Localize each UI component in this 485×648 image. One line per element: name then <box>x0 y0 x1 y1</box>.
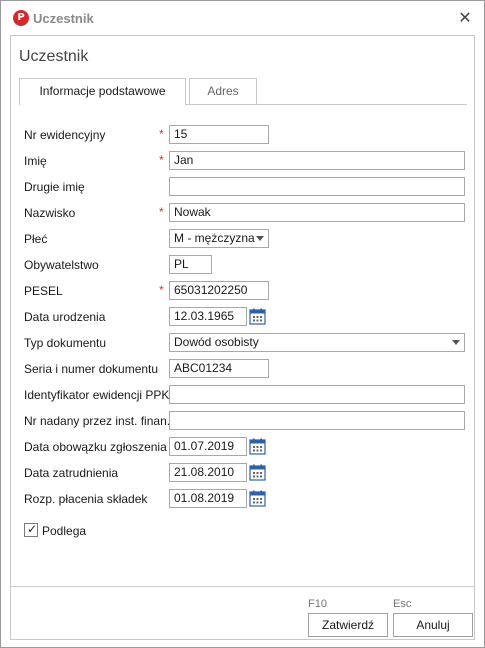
identyfikator-ppk-input[interactable] <box>169 385 465 404</box>
pesel-label: PESEL <box>24 284 63 298</box>
drugie-imie-label: Drugie imię <box>24 180 85 194</box>
obywatelstwo-label: Obywatelstwo <box>24 258 99 272</box>
obywatelstwo-input[interactable]: PL <box>169 255 212 274</box>
page-title: Uczestnik <box>19 48 89 65</box>
nr-nadany-input[interactable] <box>169 411 465 430</box>
data-obowiazku-label: Data obowązku zgłoszenia <box>24 440 167 454</box>
window-title: Uczestnik <box>33 11 94 26</box>
drugie-imie-input[interactable] <box>169 177 465 196</box>
calendar-icon[interactable] <box>248 307 267 326</box>
chevron-down-icon <box>256 236 264 241</box>
calendar-icon[interactable] <box>248 463 267 482</box>
calendar-icon[interactable] <box>248 437 267 456</box>
plec-select[interactable]: M - mężczyzna <box>169 229 269 248</box>
podlega-label: Podlega <box>42 524 87 538</box>
confirm-shortcut-hint: F10 <box>308 598 327 610</box>
check-icon: ✓ <box>27 522 38 536</box>
seria-numer-input[interactable]: ABC01234 <box>169 359 269 378</box>
typ-dokumentu-label: Typ dokumentu <box>24 336 107 350</box>
chevron-down-icon <box>452 340 460 345</box>
app-logo-icon: P <box>13 10 29 26</box>
dialog-window: P Uczestnik ✕ Uczestnik Informacje podst… <box>0 0 485 648</box>
typ-dokumentu-select[interactable]: Dowód osobisty <box>169 333 465 352</box>
required-marker: * <box>159 153 164 167</box>
data-zatrudnienia-label: Data zatrudnienia <box>24 466 119 480</box>
podlega-checkbox[interactable]: ✓ <box>24 522 38 537</box>
rozp-placenia-input[interactable]: 01.08.2019 <box>169 489 247 508</box>
identyfikator-ppk-label: Identyfikator ewidencji PPK <box>24 388 170 402</box>
cancel-button[interactable]: Anuluj <box>393 613 473 637</box>
nazwisko-input[interactable]: Nowak <box>169 203 465 222</box>
close-icon[interactable]: ✕ <box>457 9 473 27</box>
title-bar: P Uczestnik ✕ <box>1 1 484 35</box>
data-urodzenia-input[interactable]: 12.03.1965 <box>169 307 247 326</box>
data-urodzenia-label: Data urodzenia <box>24 310 106 324</box>
data-zatrudnienia-input[interactable]: 21.08.2010 <box>169 463 247 482</box>
pesel-input[interactable]: 65031202250 <box>169 281 269 300</box>
calendar-icon[interactable] <box>248 489 267 508</box>
seria-numer-label: Seria i numer dokumentu <box>24 362 159 376</box>
imie-input[interactable]: Jan <box>169 151 465 170</box>
cancel-shortcut-hint: Esc <box>393 598 412 610</box>
tab-adres[interactable]: Adres <box>189 78 257 104</box>
imie-label: Imię <box>24 154 47 168</box>
nr-nadany-label: Nr nadany przez inst. finan. <box>24 414 171 428</box>
plec-value: M - mężczyzna <box>174 231 255 245</box>
required-marker: * <box>159 283 164 297</box>
nazwisko-label: Nazwisko <box>24 206 76 220</box>
typ-dokumentu-value: Dowód osobisty <box>174 335 259 349</box>
footer-divider <box>11 586 474 587</box>
confirm-button[interactable]: Zatwierdź <box>308 613 388 637</box>
required-marker: * <box>159 205 164 219</box>
required-marker: * <box>159 127 164 141</box>
nr-ewidencyjny-label: Nr ewidencyjny <box>24 128 106 142</box>
nr-ewidencyjny-input[interactable]: 15 <box>169 125 269 144</box>
plec-label: Płeć <box>24 232 48 246</box>
rozp-placenia-label: Rozp. płacenia składek <box>24 492 148 506</box>
data-obowiazku-input[interactable]: 01.07.2019 <box>169 437 247 456</box>
dialog-content: Uczestnik Informacje podstawowe Adres Nr… <box>10 35 475 640</box>
tab-informacje-podstawowe[interactable]: Informacje podstawowe <box>19 78 186 105</box>
